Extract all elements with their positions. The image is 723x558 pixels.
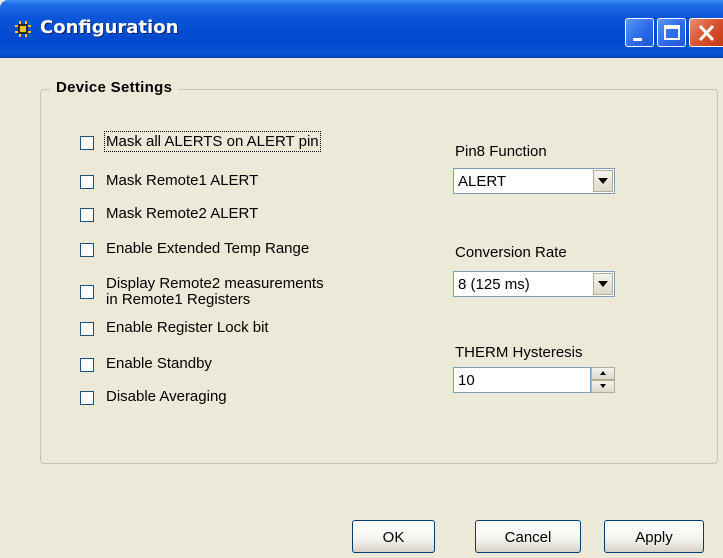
- close-icon: [698, 24, 715, 42]
- spin-down-button[interactable]: [591, 380, 615, 393]
- configuration-window: Configuration Device Settings Mask all A…: [0, 0, 723, 558]
- window-title: Configuration: [40, 17, 179, 38]
- minimize-button[interactable]: [625, 18, 654, 47]
- register-lock-checkbox[interactable]: [80, 322, 94, 336]
- mask-remote2-alert-label[interactable]: Mask Remote2 ALERT: [106, 205, 258, 222]
- ok-button[interactable]: OK: [352, 520, 435, 553]
- title-bar[interactable]: Configuration: [0, 0, 723, 58]
- conversion-rate-value: 8 (125 ms): [458, 276, 530, 293]
- pin8-function-label: Pin8 Function: [455, 143, 547, 160]
- maximize-button[interactable]: [657, 18, 686, 47]
- mask-remote1-alert-checkbox[interactable]: [80, 175, 94, 189]
- mask-all-alerts-label[interactable]: Mask all ALERTS on ALERT pin: [104, 131, 321, 152]
- spin-up-button[interactable]: [591, 367, 615, 380]
- maximize-icon: [664, 25, 680, 40]
- mask-all-alerts-checkbox[interactable]: [80, 136, 94, 150]
- therm-hysteresis-input[interactable]: [453, 367, 591, 393]
- arrow-down-icon: [600, 384, 606, 388]
- cancel-button[interactable]: Cancel: [475, 520, 581, 553]
- device-settings-label: Device Settings: [50, 79, 179, 96]
- extended-temp-range-label[interactable]: Enable Extended Temp Range: [106, 240, 309, 257]
- chevron-down-icon: [598, 178, 608, 184]
- mask-remote1-alert-label[interactable]: Mask Remote1 ALERT: [106, 172, 258, 189]
- conversion-dropdown-button[interactable]: [593, 273, 613, 295]
- minimize-icon: [633, 38, 642, 41]
- chip-icon: [14, 20, 32, 38]
- conversion-rate-select[interactable]: 8 (125 ms): [453, 271, 615, 297]
- chevron-down-icon: [598, 281, 608, 287]
- mask-remote2-alert-checkbox[interactable]: [80, 208, 94, 222]
- register-lock-label[interactable]: Enable Register Lock bit: [106, 319, 269, 336]
- therm-hysteresis-label: THERM Hysteresis: [455, 344, 583, 361]
- standby-label[interactable]: Enable Standby: [106, 355, 212, 372]
- close-button[interactable]: [689, 18, 723, 47]
- pin8-dropdown-button[interactable]: [593, 170, 613, 192]
- disable-averaging-checkbox[interactable]: [80, 391, 94, 405]
- extended-temp-range-checkbox[interactable]: [80, 243, 94, 257]
- therm-hysteresis-spinner: [591, 367, 615, 393]
- conversion-rate-label: Conversion Rate: [455, 244, 567, 261]
- pin8-function-value: ALERT: [458, 173, 507, 190]
- pin8-function-select[interactable]: ALERT: [453, 168, 615, 194]
- display-remote2-label-line1[interactable]: Display Remote2 measurements: [106, 275, 324, 292]
- arrow-up-icon: [600, 371, 606, 375]
- standby-checkbox[interactable]: [80, 358, 94, 372]
- display-remote2-label-line2[interactable]: in Remote1 Registers: [106, 291, 250, 308]
- display-remote2-checkbox[interactable]: [80, 285, 94, 299]
- apply-button[interactable]: Apply: [604, 520, 704, 553]
- disable-averaging-label[interactable]: Disable Averaging: [106, 388, 227, 405]
